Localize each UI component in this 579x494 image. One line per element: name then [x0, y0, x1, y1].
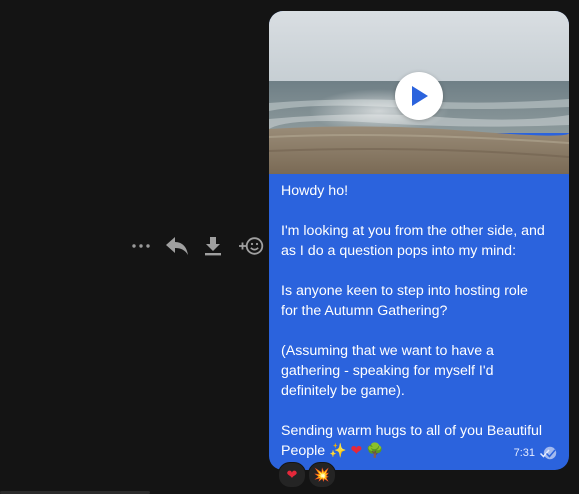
message-text: Howdy ho! I'm looking at you from the ot…	[281, 181, 563, 461]
download-icon	[205, 237, 221, 256]
read-checkmark-icon	[539, 446, 557, 460]
message-meta: 7:31	[514, 446, 557, 460]
download-button[interactable]	[202, 232, 224, 260]
more-actions-button[interactable]	[130, 232, 152, 260]
play-icon	[412, 86, 428, 106]
message-line: I'm looking at you from the other side, …	[281, 223, 545, 239]
message-reactions: ❤ 💥	[278, 462, 338, 488]
reaction-collision[interactable]: 💥	[308, 462, 336, 488]
add-reaction-icon	[239, 237, 264, 255]
reply-button[interactable]	[163, 232, 191, 260]
message-line: for the Autumn Gathering?	[281, 303, 448, 319]
message-bubble[interactable]: Howdy ho! I'm looking at you from the ot…	[269, 11, 569, 470]
add-reaction-button[interactable]	[236, 232, 264, 260]
reaction-collision-emoji: 💥	[313, 467, 331, 483]
chat-view: Howdy ho! I'm looking at you from the ot…	[0, 0, 579, 494]
red-heart-emoji: ❤	[350, 443, 363, 459]
message-line: (Assuming that we want to have a	[281, 343, 494, 359]
message-line: definitely be game).	[281, 383, 405, 399]
message-line: gathering - speaking for myself I'd	[281, 363, 494, 379]
reaction-heart-emoji: ❤	[286, 467, 298, 483]
message-line: Sending warm hugs to all of you Beautifu…	[281, 423, 543, 439]
more-horizontal-icon	[132, 244, 150, 248]
message-line: Is anyone keen to step into hosting role	[281, 283, 528, 299]
message-line: Howdy ho!	[281, 183, 349, 199]
message-actions-toolbar	[130, 232, 265, 260]
tree-emoji: 🌳	[366, 443, 384, 459]
sparkles-emoji: ✨	[329, 443, 347, 459]
play-video-button[interactable]	[395, 72, 443, 120]
message-last-line-text: People	[281, 443, 326, 459]
message-line: as I do a question pops into my mind:	[281, 243, 517, 259]
reply-icon	[166, 237, 188, 255]
message-time: 7:31	[513, 447, 535, 459]
video-thumbnail[interactable]	[269, 11, 569, 174]
reaction-heart[interactable]: ❤	[278, 462, 306, 488]
